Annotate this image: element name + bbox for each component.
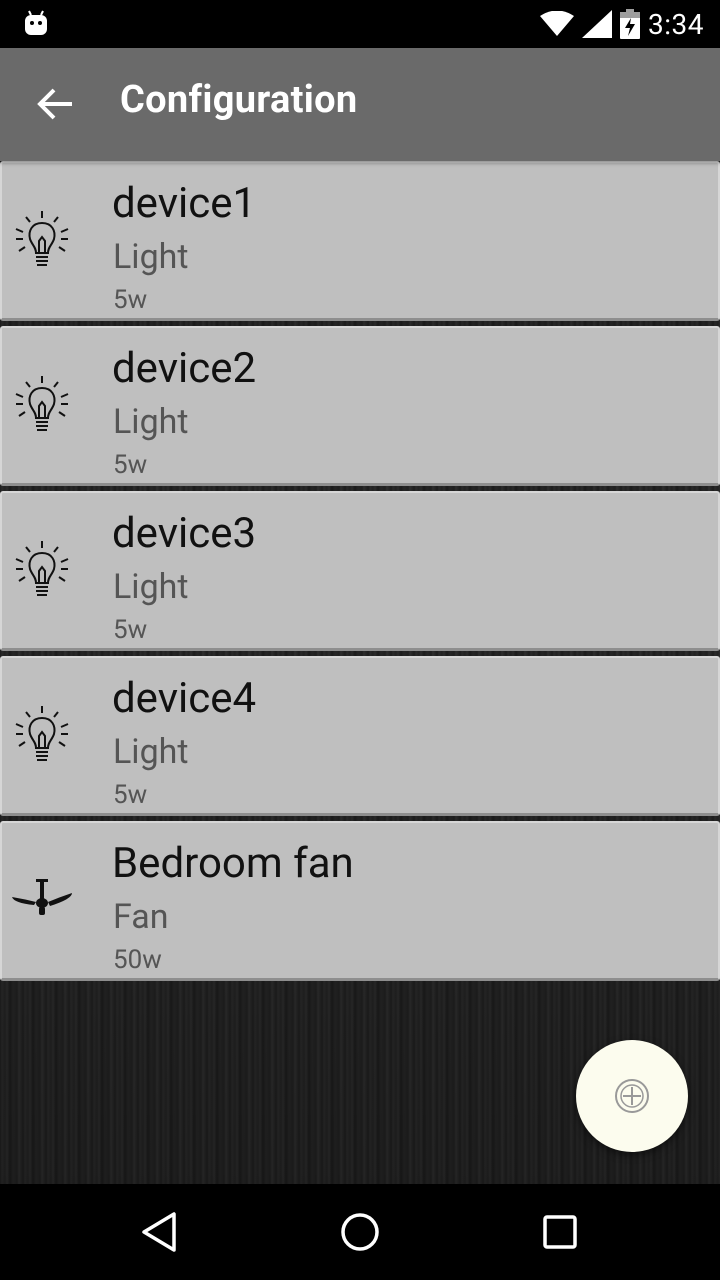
system-nav-bar bbox=[0, 1184, 720, 1280]
device-type: Light bbox=[113, 237, 189, 277]
device-name: device2 bbox=[112, 344, 257, 393]
app-bar: Configuration bbox=[0, 48, 720, 161]
device-card[interactable]: Bedroom fan Fan 50w bbox=[0, 821, 720, 981]
device-name: device1 bbox=[112, 179, 257, 228]
back-triangle-icon[interactable] bbox=[136, 1208, 184, 1256]
recents-square-icon[interactable] bbox=[536, 1208, 584, 1256]
device-power: 5w bbox=[113, 450, 148, 480]
device-card[interactable]: device3 Light 5w bbox=[0, 491, 720, 651]
wifi-icon bbox=[540, 11, 574, 36]
device-type: Light bbox=[113, 402, 189, 442]
device-list: device1 Light 5w device2 Light 5w device… bbox=[0, 161, 720, 986]
device-power: 5w bbox=[113, 285, 148, 315]
device-card[interactable]: device4 Light 5w bbox=[0, 656, 720, 816]
device-type: Fan bbox=[113, 897, 169, 937]
content-area: device1 Light 5w device2 Light 5w device… bbox=[0, 161, 720, 1184]
device-power: 5w bbox=[113, 615, 148, 645]
device-power: 50w bbox=[113, 945, 162, 975]
device-name: device3 bbox=[112, 509, 257, 558]
add-device-button[interactable] bbox=[576, 1040, 688, 1152]
device-card[interactable]: device1 Light 5w bbox=[0, 161, 720, 321]
status-bar: 3:34 bbox=[0, 0, 720, 48]
arrow-back-icon[interactable] bbox=[36, 84, 76, 124]
clock-time: 3:34 bbox=[648, 7, 704, 41]
lightbulb-icon bbox=[15, 211, 69, 266]
lightbulb-icon bbox=[15, 376, 69, 431]
page-title: Configuration bbox=[120, 78, 358, 122]
device-name: device4 bbox=[112, 674, 257, 723]
device-power: 5w bbox=[113, 780, 148, 810]
home-circle-icon[interactable] bbox=[336, 1208, 384, 1256]
android-icon bbox=[25, 10, 47, 35]
ceiling-fan-icon bbox=[12, 879, 72, 915]
device-type: Light bbox=[113, 567, 189, 607]
device-type: Light bbox=[113, 732, 189, 772]
device-card[interactable]: device2 Light 5w bbox=[0, 326, 720, 486]
lightbulb-icon bbox=[15, 541, 69, 596]
battery-charging-icon bbox=[620, 9, 640, 39]
signal-icon bbox=[582, 10, 612, 38]
add-circle-icon bbox=[615, 1079, 649, 1113]
device-name: Bedroom fan bbox=[112, 839, 354, 888]
lightbulb-icon bbox=[15, 706, 69, 761]
